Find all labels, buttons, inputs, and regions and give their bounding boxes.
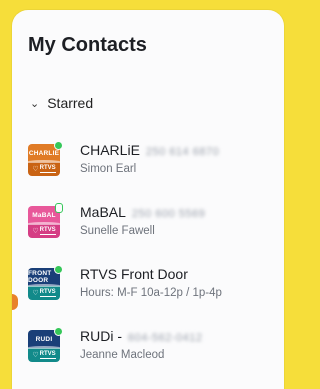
contact-subtitle: Jeanne Macleod xyxy=(80,349,165,361)
side-marker xyxy=(12,294,18,310)
contact-name: RUDi - xyxy=(80,328,122,344)
contact-row-front-door[interactable]: FRONT DOOR ♡ RTVS RTVS Front Door Hours: … xyxy=(28,264,278,310)
heart-icon: ♡ xyxy=(32,290,39,297)
contact-row-rudi[interactable]: RUDI ♡ RTVS RUDi - 604-562-0412 Jeanne Ma… xyxy=(28,326,278,372)
presence-online-icon xyxy=(54,141,63,150)
contact-subtitle: Simon Earl xyxy=(80,163,137,175)
contact-name: RTVS Front Door xyxy=(80,266,188,282)
contact-subtitle: Hours: M-F 10a-12p / 1p-4p xyxy=(80,287,222,299)
contact-avatar: CHARLIE ♡ RTVS xyxy=(28,141,63,176)
starred-section-toggle[interactable]: ⌄ Starred xyxy=(30,95,93,111)
avatar-footer: ♡ RTVS xyxy=(28,162,60,176)
contact-phone: 604-562-0412 xyxy=(128,332,203,344)
contact-name: MaBAL xyxy=(80,204,126,220)
presence-online-icon xyxy=(54,327,63,336)
contact-phone: 250 600 5569 xyxy=(131,208,206,220)
contact-row-charlie[interactable]: CHARLIE ♡ RTVS CHARLiE 250 614 6870 Simon… xyxy=(28,140,278,186)
heart-icon: ♡ xyxy=(32,352,39,359)
avatar-footer: ♡ RTVS xyxy=(28,224,60,238)
contact-phone: 250 614 6870 xyxy=(145,146,220,158)
contact-name: CHARLiE xyxy=(80,142,140,158)
contact-row-mabal[interactable]: MaBAL ♡ RTVS MaBAL 250 600 5569 Sunelle F… xyxy=(28,202,278,248)
heart-icon: ♡ xyxy=(32,166,39,173)
avatar-footer: ♡ RTVS xyxy=(28,348,60,362)
presence-away-icon xyxy=(55,203,63,213)
chevron-down-icon: ⌄ xyxy=(30,97,40,110)
contact-avatar: MaBAL ♡ RTVS xyxy=(28,203,63,238)
contact-avatar: RUDI ♡ RTVS xyxy=(28,327,63,362)
heart-icon: ♡ xyxy=(32,228,39,235)
section-label: Starred xyxy=(47,95,94,111)
contacts-panel: My Contacts ⌄ Starred CHARLIE ♡ RTVS CHAR… xyxy=(12,10,284,389)
presence-online-icon xyxy=(54,265,63,274)
contact-subtitle: Sunelle Fawell xyxy=(80,225,155,237)
page-title: My Contacts xyxy=(28,34,147,56)
avatar-footer: ♡ RTVS xyxy=(28,286,60,300)
contact-avatar: FRONT DOOR ♡ RTVS xyxy=(28,265,63,300)
